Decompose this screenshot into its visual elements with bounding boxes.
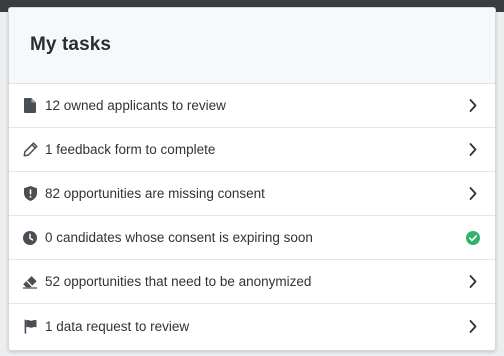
task-item-owned-applicants[interactable]: 12 owned applicants to review	[9, 84, 495, 128]
check-circle-icon	[465, 230, 481, 246]
chevron-right-icon[interactable]	[465, 274, 481, 290]
task-item-anonymize[interactable]: 52 opportunities that need to be anonymi…	[9, 260, 495, 304]
task-list: 12 owned applicants to review 1 feedback…	[9, 84, 495, 348]
flag-icon	[22, 318, 38, 334]
chevron-right-icon[interactable]	[465, 186, 481, 202]
task-item-data-request[interactable]: 1 data request to review	[9, 304, 495, 348]
task-item-feedback-form[interactable]: 1 feedback form to complete	[9, 128, 495, 172]
panel-header: My tasks	[9, 8, 495, 84]
pencil-icon	[22, 142, 38, 158]
clock-icon	[22, 230, 38, 246]
eraser-icon	[22, 274, 38, 290]
my-tasks-panel: My tasks 12 owned applicants to review 1…	[8, 7, 496, 351]
task-label: 0 candidates whose consent is expiring s…	[45, 230, 313, 245]
chevron-right-icon[interactable]	[465, 142, 481, 158]
task-label: 1 data request to review	[45, 318, 190, 334]
chevron-right-icon[interactable]	[465, 318, 481, 334]
task-label: 1 feedback form to complete	[45, 142, 216, 157]
document-icon	[22, 98, 38, 114]
shield-alert-icon	[22, 186, 38, 202]
chevron-right-icon[interactable]	[465, 98, 481, 114]
panel-title: My tasks	[30, 34, 112, 55]
task-item-consent-expiring[interactable]: 0 candidates whose consent is expiring s…	[9, 216, 495, 260]
task-item-missing-consent[interactable]: 82 opportunities are missing consent	[9, 172, 495, 216]
task-label: 12 owned applicants to review	[45, 98, 226, 113]
task-label: 82 opportunities are missing consent	[45, 186, 265, 201]
task-label: 52 opportunities that need to be anonymi…	[45, 274, 312, 289]
